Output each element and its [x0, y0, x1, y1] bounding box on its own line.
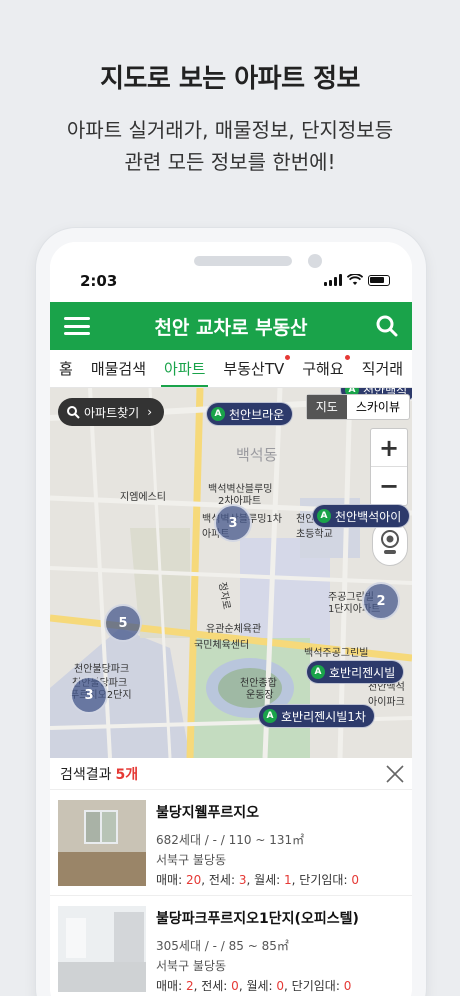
map-type-normal[interactable]: 지도 [306, 395, 347, 419]
listing-counts: 매매: 2, 전세: 0, 월세: 0, 단기임대: 0 [156, 979, 352, 993]
notch-speaker [194, 256, 292, 266]
zoom-control: + − [370, 428, 408, 506]
result-info: 불당지웰푸르지오 682세대 / - / 110 ~ 131㎡ 서북구 불당동 … [156, 800, 404, 887]
result-item[interactable]: 불당지웰푸르지오 682세대 / - / 110 ~ 131㎡ 서북구 불당동 … [50, 790, 412, 896]
map-poi-label: 지엠에스티 [120, 492, 166, 503]
notch-camera [308, 254, 322, 268]
apartment-pin[interactable]: A 호반리젠시빌 [306, 660, 405, 684]
promo-title: 지도로 보는 아파트 정보 [100, 64, 360, 94]
new-dot [285, 354, 291, 360]
map-poi-label: 백석주공그린빌 [304, 648, 369, 659]
map-poi-label: 국민체육센터 [194, 640, 250, 651]
tab-listing-search[interactable]: 매물검색 [82, 350, 155, 387]
map-type-skyview[interactable]: 스카이뷰 [347, 395, 409, 419]
apartment-meta: 682세대 / - / 110 ~ 131㎡ [156, 833, 305, 847]
map-type-toggle: 지도 스카이뷰 [305, 394, 410, 420]
apartment-photo [58, 906, 146, 992]
search-icon [67, 406, 80, 419]
tab-wanted[interactable]: 구해요 [293, 350, 352, 387]
apartment-pin[interactable]: A 호반리젠시빌1차 [258, 704, 375, 728]
map-view[interactable]: 백석동 지엠에스티 백석벽산블루밍 2차아파트 백석벽산블루밍1차아파트 천안백… [50, 388, 412, 758]
listing-cluster[interactable]: 3 [70, 676, 108, 714]
results-header: 검색결과 5개 [50, 758, 412, 790]
map-poi-label: 운동장 [246, 690, 274, 701]
tab-home[interactable]: 홈 [50, 350, 82, 387]
cellular-signal-icon [324, 274, 342, 286]
promo-subtitle-line-1: 아파트 실거래가, 매물정보, 단지정보등 [66, 118, 394, 142]
phone-frame: 2:03 천안 교차로 부동산 홈 매물검색 아파트 부동산TV 구해요 직거래… [36, 228, 426, 996]
zoom-in-button[interactable]: + [371, 429, 407, 467]
result-item[interactable]: 불당파크푸르지오1단지(오피스텔) 305세대 / - / 85 ~ 85㎡ 서… [50, 896, 412, 996]
chevron-right-icon: › [147, 405, 153, 419]
zoom-out-button[interactable]: − [371, 467, 407, 505]
search-button[interactable] [374, 313, 400, 339]
apartment-pin[interactable]: A 천안백석아이 [312, 504, 411, 528]
listing-counts: 매매: 20, 전세: 3, 월세: 1, 단기임대: 0 [156, 873, 359, 887]
listing-cluster[interactable]: 3 [214, 504, 252, 542]
listing-cluster[interactable]: 2 [362, 582, 400, 620]
listing-cluster[interactable]: 5 [104, 604, 142, 642]
system-icons [324, 274, 390, 286]
find-apartment-button[interactable]: 아파트찾기 › [58, 398, 165, 426]
new-dot [344, 354, 350, 360]
app-title: 천안 교차로 부동산 [154, 316, 308, 339]
result-info: 불당파크푸르지오1단지(오피스텔) 305세대 / - / 85 ~ 85㎡ 서… [156, 906, 404, 993]
search-results-panel: 검색결과 5개 불당지웰푸르지오 682세대 / - / 110 ~ 131㎡ … [50, 758, 412, 996]
close-results-button[interactable] [384, 763, 406, 785]
apartment-address: 서북구 불당동 [156, 853, 227, 867]
apartment-name: 불당지웰푸르지오 [156, 805, 260, 821]
apartment-pin[interactable]: A 천안브라운 [206, 402, 294, 426]
tab-direct-deal[interactable]: 직거래 [353, 350, 412, 387]
apartment-meta: 305세대 / - / 85 ~ 85㎡ [156, 939, 289, 953]
app-header: 천안 교차로 부동산 [50, 302, 412, 350]
wifi-icon [347, 274, 363, 285]
map-poi-label: 유관순체육관 [206, 624, 262, 635]
apartment-photo [58, 800, 146, 886]
status-time: 2:03 [80, 272, 118, 290]
apartment-address: 서북구 불당동 [156, 959, 227, 973]
map-poi-label: 천안불당파크 [74, 664, 130, 675]
app-screen: 2:03 천안 교차로 부동산 홈 매물검색 아파트 부동산TV 구해요 직거래… [50, 242, 412, 996]
promo-subtitle-line-2: 관련 모든 정보를 한번에! [124, 150, 336, 174]
menu-button[interactable] [64, 314, 90, 338]
results-label: 검색결과 [60, 766, 112, 783]
status-bar: 2:03 [50, 242, 412, 302]
apartment-name: 불당파크푸르지오1단지(오피스텔) [156, 911, 359, 927]
results-count: 5개 [115, 766, 139, 783]
battery-icon [368, 274, 390, 286]
map-district-label: 백석동 [236, 446, 278, 464]
category-tabs: 홈 매물검색 아파트 부동산TV 구해요 직거래 [50, 350, 412, 388]
cctv-icon [381, 530, 399, 554]
tab-realestate-tv[interactable]: 부동산TV [214, 350, 293, 387]
tab-apartment[interactable]: 아파트 [155, 350, 214, 387]
